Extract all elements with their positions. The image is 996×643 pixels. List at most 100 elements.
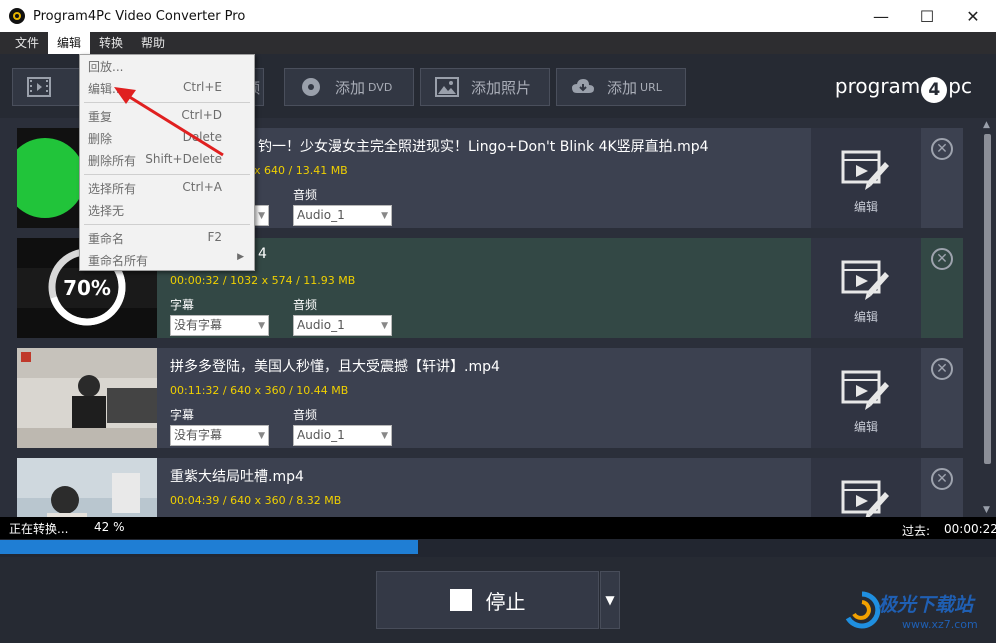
status-text: 正在转换...	[9, 522, 69, 536]
file-meta: 00:00:32 / 1032 x 574 / 11.93 MB	[170, 274, 356, 287]
window-controls: — ☐ ✕	[858, 0, 996, 32]
edit-button[interactable]: 编辑	[811, 348, 921, 448]
audio-value: Audio_1	[297, 318, 345, 332]
overall-progress-bar	[0, 539, 996, 557]
menu-item-label: 选择所有	[88, 182, 137, 196]
video-thumbnail	[17, 458, 157, 517]
menu-convert[interactable]: 转换	[90, 32, 132, 54]
menu-item-playback[interactable]: 回放...	[80, 55, 254, 77]
menu-item-rename[interactable]: 重命名 F2	[80, 227, 254, 249]
thumbnail-image	[17, 348, 157, 448]
chevron-down-icon: ▼	[258, 211, 265, 221]
scroll-up-icon[interactable]: ▲	[983, 120, 990, 130]
close-window-button[interactable]: ✕	[950, 0, 996, 32]
file-name: 拼多多登陆，美国人秒懂，且大受震撼【轩讲】.mp4	[170, 359, 500, 375]
menu-item-shortcut: Ctrl+D	[181, 108, 222, 122]
audio-select[interactable]: Audio_1 ▼	[293, 205, 392, 226]
conversion-progress-text: 70%	[63, 276, 111, 300]
menu-item-delete[interactable]: 删除 Delete	[80, 127, 254, 149]
menu-help[interactable]: 帮助	[132, 32, 174, 54]
chevron-down-icon: ▼	[381, 431, 388, 441]
scroll-thumb[interactable]	[984, 134, 991, 464]
list-scrollbar[interactable]: ▲ ▼	[979, 118, 996, 517]
audio-value: Audio_1	[297, 208, 345, 222]
chevron-down-icon: ▼	[258, 321, 265, 331]
app-film-reel-icon	[9, 8, 25, 24]
add-url-button[interactable]: 添加 URL	[556, 68, 686, 106]
stop-square-icon	[449, 589, 472, 611]
stop-button[interactable]: 停止	[376, 571, 599, 629]
subtitle-value: 没有字幕	[174, 428, 223, 442]
maximize-button[interactable]: ☐	[904, 0, 950, 32]
menu-item-shortcut: Ctrl+A	[182, 180, 222, 194]
cloud-download-icon	[572, 79, 594, 93]
program4pc-logo: program 4 pc	[835, 74, 972, 103]
status-bar: 正在转换... 42 % 过去: 00:00:22	[0, 517, 996, 539]
add-url-label: 添加	[607, 78, 638, 97]
file-name: 重紫大结局吐槽.mp4	[170, 469, 304, 485]
subtitle-select[interactable]: 没有字幕 ▼	[170, 315, 269, 336]
add-url-label-sub: URL	[640, 80, 662, 94]
menu-separator	[84, 174, 250, 175]
menu-bar: 文件 编辑 转换 帮助	[0, 32, 996, 54]
audio-label: 音频	[293, 298, 318, 312]
menu-item-delete-all[interactable]: 删除所有 Shift+Delete	[80, 149, 254, 171]
stop-options-dropdown[interactable]: ▼	[600, 571, 620, 629]
menu-separator	[84, 224, 250, 225]
menu-item-label: 重命名所有	[88, 254, 149, 268]
subtitle-value: 没有字幕	[174, 318, 223, 332]
elapsed-label: 过去:	[902, 524, 931, 538]
edit-label: 编辑	[853, 420, 878, 434]
menu-edit[interactable]: 编辑	[48, 32, 91, 54]
menu-item-label: 重命名	[88, 232, 125, 246]
edit-button[interactable]: 编辑	[811, 458, 921, 517]
menu-item-label: 删除	[88, 132, 113, 146]
add-photo-label: 添加照片	[471, 78, 532, 97]
subtitle-label: 字幕	[170, 408, 195, 422]
edit-label: 编辑	[853, 310, 878, 324]
menu-file[interactable]: 文件	[6, 32, 48, 54]
scroll-down-icon[interactable]: ▼	[983, 505, 990, 515]
watermark-url: www.xz7.com	[902, 618, 978, 631]
menu-item-select-none[interactable]: 选择无	[80, 199, 254, 221]
menu-item-label: 回放...	[88, 60, 124, 74]
menu-item-edit[interactable]: 编辑... Ctrl+E	[80, 77, 254, 99]
menu-item-duplicate[interactable]: 重复 Ctrl+D	[80, 105, 254, 127]
remove-file-icon[interactable]: ✕	[931, 248, 953, 270]
audio-select[interactable]: Audio_1 ▼	[293, 425, 392, 446]
progress-fill	[0, 540, 419, 554]
edit-button[interactable]: 编辑	[811, 128, 921, 228]
remove-file-icon[interactable]: ✕	[931, 468, 953, 490]
audio-label: 音频	[293, 408, 318, 422]
file-row[interactable]: 重紫大结局吐槽.mp4 00:04:39 / 640 x 360 / 8.32 …	[17, 458, 963, 517]
audio-select[interactable]: Audio_1 ▼	[293, 315, 392, 336]
minimize-button[interactable]: —	[858, 0, 904, 32]
file-row[interactable]: 拼多多登陆，美国人秒懂，且大受震撼【轩讲】.mp4 00:11:32 / 640…	[17, 348, 963, 448]
remove-file-icon[interactable]: ✕	[931, 358, 953, 380]
edit-menu-dropdown: 回放... 编辑... Ctrl+E 重复 Ctrl+D 删除 Delete 删除所有…	[79, 54, 255, 271]
file-name: 钓一！少女漫女主完全照进现实！Lingo+Don't Blink 4K竖屏直拍.…	[258, 139, 709, 155]
menu-item-label: 删除所有	[88, 154, 137, 168]
thumbnail-image	[17, 458, 157, 517]
stop-label: 停止	[485, 589, 526, 614]
menu-item-shortcut: Ctrl+E	[183, 80, 222, 94]
file-meta: 00:11:32 / 640 x 360 / 10.44 MB	[170, 384, 349, 397]
video-thumbnail	[17, 348, 157, 448]
chevron-down-icon: ▼	[258, 431, 265, 441]
menu-item-shortcut: Shift+Delete	[145, 152, 222, 166]
add-dvd-button[interactable]: 添加 DVD	[284, 68, 414, 106]
add-photo-button[interactable]: 添加照片	[420, 68, 550, 106]
edit-button[interactable]: 编辑	[811, 238, 921, 338]
menu-item-label: 重复	[88, 110, 113, 124]
watermark: 极光下载站 www.xz7.com	[842, 584, 992, 640]
title-bar: Program4Pc Video Converter Pro — ☐ ✕	[0, 0, 996, 32]
image-icon	[435, 77, 459, 97]
menu-item-select-all[interactable]: 选择所有 Ctrl+A	[80, 177, 254, 199]
chevron-down-icon: ▼	[381, 321, 388, 331]
subtitle-select[interactable]: 没有字幕 ▼	[170, 425, 269, 446]
menu-item-rename-all[interactable]: 重命名所有 ▶	[80, 249, 254, 271]
menu-item-shortcut: Delete	[182, 130, 222, 144]
remove-file-icon[interactable]: ✕	[931, 138, 953, 160]
film-edit-icon	[841, 150, 889, 190]
menu-separator	[84, 102, 250, 103]
